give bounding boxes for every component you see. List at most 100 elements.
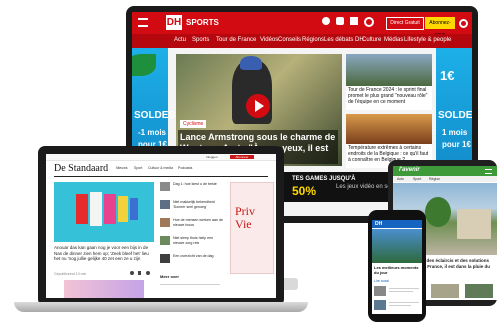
- laptop-subscribe-button[interactable]: Abonneer: [230, 155, 254, 159]
- laptop-nav-nieuws[interactable]: Nieuws: [116, 166, 127, 170]
- play-icon: [255, 100, 264, 112]
- left-ad-line2: -1 mois: [138, 128, 167, 137]
- laptop-screen: Inloggen Abonneer De Standaard Nieuws Sp…: [46, 154, 276, 298]
- nav-item-regions[interactable]: Régions: [302, 37, 324, 43]
- nav-item-videos[interactable]: Vidéos: [260, 37, 278, 43]
- dh-logo[interactable]: DH: [166, 15, 182, 30]
- laptop-nav: Nieuws Sport Cultuur & media Podcasts: [116, 166, 236, 171]
- phone-hero-image[interactable]: [372, 229, 422, 263]
- list-item[interactable]: Niet makkelijk bekendheid 'Doneer snel g…: [160, 198, 224, 212]
- list-text: Niet sleep thuis hielp een nieuwe zorg r…: [173, 236, 214, 245]
- product-card-5: [130, 198, 138, 220]
- phone-list-item[interactable]: [374, 299, 420, 311]
- list-thumb: [160, 254, 170, 263]
- tablet-logo[interactable]: l'avenir: [399, 167, 420, 173]
- list-thumb: [160, 182, 170, 191]
- helmet-graphic: [240, 56, 262, 70]
- tablet-tab-actu[interactable]: Actu: [397, 177, 404, 181]
- thumb[interactable]: [431, 284, 459, 298]
- phone-text-line: [389, 302, 419, 303]
- laptop-login-button[interactable]: Inloggen: [206, 155, 226, 159]
- phone-screen: DH Les meilleurs moments du jour Lire au…: [372, 220, 422, 314]
- header-search-icon[interactable]: [459, 19, 468, 28]
- list-item[interactable]: Hoe de mensen werken aan de nieuwe bouw: [160, 216, 224, 230]
- side-story-1-image: [346, 54, 432, 86]
- list-thumb: [160, 200, 170, 209]
- list-text: Hoe de mensen werken aan de nieuwe bouw: [173, 218, 223, 227]
- user-icon[interactable]: [322, 17, 330, 25]
- share-icons: [130, 271, 154, 276]
- list-item[interactable]: Dag 1: hoe kiest u de beste: [160, 180, 224, 194]
- bottom-card[interactable]: [64, 280, 144, 298]
- list-thumb: [160, 218, 170, 227]
- tablet-menu-icon[interactable]: [485, 169, 492, 174]
- tablet-tabs: Actu Sport Région: [393, 176, 497, 182]
- right-ad-line3: 1 mois: [442, 128, 468, 137]
- product-card-2: [90, 192, 102, 226]
- tablet-tab-region[interactable]: Région: [429, 177, 440, 181]
- building-graphic: [457, 209, 491, 239]
- list-text: Een overzicht van de dag: [173, 254, 214, 258]
- subscribe-button[interactable]: Abonnez-vous: [425, 17, 455, 38]
- tree-graphic: [425, 197, 451, 227]
- nav-item-conseils[interactable]: Conseils: [278, 37, 301, 43]
- laptop: Inloggen Abonneer De Standaard Nieuws Sp…: [38, 146, 284, 306]
- phone: DH Les meilleurs moments du jour Lire au…: [368, 210, 426, 322]
- product-card-4: [118, 196, 128, 222]
- divider: [160, 284, 220, 285]
- phone-logo[interactable]: DH: [375, 221, 382, 227]
- standaard-masthead[interactable]: De Standaard: [54, 163, 108, 174]
- dh-header: DH SPORTS Direct Gratuit Abonnez-vous: [132, 12, 472, 38]
- right-ad-line2: SOLDES: [438, 110, 472, 121]
- laptop-header-rule: [54, 176, 268, 177]
- header-icons: [322, 17, 382, 27]
- more-icon[interactable]: [146, 271, 150, 275]
- nav-item-medias[interactable]: Médias: [384, 37, 403, 43]
- bookmark-icon[interactable]: [138, 271, 141, 275]
- newsletter-icon[interactable]: [350, 17, 358, 25]
- laptop-base: [14, 302, 308, 312]
- laptop-nav-podcasts[interactable]: Podcasts: [178, 166, 192, 170]
- nav-item-actu[interactable]: Actu: [174, 37, 186, 43]
- list-item[interactable]: Niet sleep thuis hielp een nieuwe zorg r…: [160, 234, 224, 248]
- product-card-3: [104, 194, 116, 224]
- palm-leaf-graphic: [132, 54, 156, 76]
- left-ad-line1: SOLDES: [134, 110, 176, 121]
- tablet-header: l'avenir: [393, 166, 497, 176]
- search-icon[interactable]: [364, 17, 374, 27]
- nav-item-lifestyle[interactable]: Lifestyle & people: [404, 37, 451, 43]
- share-icon[interactable]: [130, 271, 134, 275]
- ad-headline: Priv Vie: [235, 204, 256, 231]
- tablet-tab-sport[interactable]: Sport: [413, 177, 421, 181]
- promo-text: TES GAMES JUSQU'À: [292, 176, 356, 182]
- nav-item-culture[interactable]: Culture: [362, 37, 381, 43]
- lead-image[interactable]: [54, 182, 154, 242]
- nav-item-tour[interactable]: Tour de France: [216, 37, 256, 43]
- nav-item-sports[interactable]: Sports: [192, 37, 209, 43]
- phone-header: DH: [372, 220, 422, 228]
- right-ad-line4: pour 1€: [442, 140, 471, 149]
- lead-byline: Gepubliceerd 10 min: [54, 272, 87, 276]
- laptop-side-ad[interactable]: Priv Vie: [230, 182, 274, 274]
- phone-subhead: Lire aussi: [374, 279, 389, 283]
- laptop-nav-sport[interactable]: Sport: [134, 166, 142, 170]
- phone-text-line: [389, 288, 419, 289]
- bell-icon[interactable]: [336, 17, 344, 25]
- sports-label[interactable]: SPORTS: [186, 18, 219, 27]
- phone-text-line: [389, 305, 411, 306]
- play-button[interactable]: [246, 94, 270, 118]
- live-button[interactable]: Direct Gratuit: [386, 17, 424, 30]
- laptop-nav-cultuur[interactable]: Cultuur & media: [148, 166, 173, 170]
- list-item[interactable]: Een overzicht van de dag: [160, 252, 224, 266]
- side-story-1[interactable]: Tour de France 2024 : le sprint final pr…: [346, 54, 432, 110]
- side-story-1-title: Tour de France 2024 : le sprint final pr…: [348, 87, 428, 105]
- phone-headline[interactable]: Les meilleurs moments du jour: [374, 265, 420, 277]
- nav-item-debats[interactable]: Les débats DH: [324, 37, 364, 43]
- phone-list-item[interactable]: [374, 285, 420, 297]
- lead-headline[interactable]: Anouar das kan gaan nog je voor een bijs…: [54, 245, 156, 269]
- thumb[interactable]: [465, 284, 493, 298]
- phone-text-line: [389, 291, 413, 292]
- phone-thumb: [374, 300, 386, 310]
- menu-icon[interactable]: [138, 18, 148, 27]
- hero-tag: Cyclisme: [180, 120, 207, 128]
